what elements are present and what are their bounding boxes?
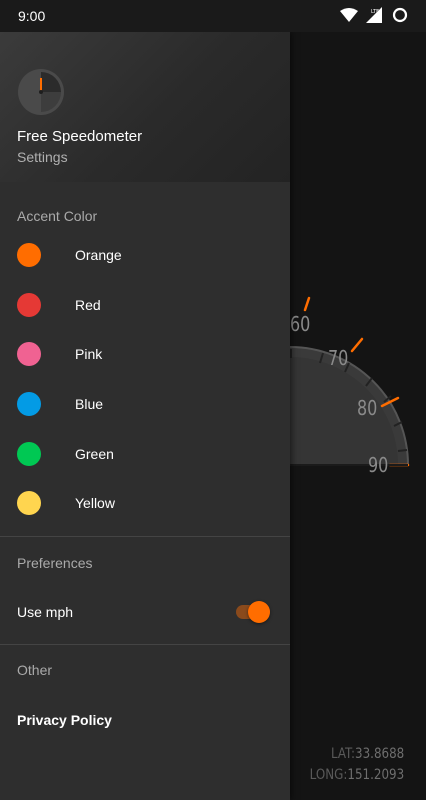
gauge-label-80: 80 — [357, 396, 378, 420]
cellular-lte-icon: LTE — [366, 7, 382, 23]
privacy-policy-link[interactable]: Privacy Policy — [0, 694, 290, 746]
latitude-readout: LAT:33.8688 — [331, 746, 404, 762]
drawer-header: Free Speedometer Settings — [0, 32, 290, 182]
latitude-label: LAT: — [330, 746, 355, 762]
gauge-label-90: 90 — [368, 453, 389, 477]
accent-option-yellow[interactable]: Yellow — [0, 478, 290, 528]
speedometer-view: 60 70 80 90 LAT:33.8688 LONG:151.2093 — [290, 32, 426, 800]
settings-drawer: Free Speedometer Settings Accent Color O… — [0, 32, 290, 800]
lte-label: LTE — [371, 9, 379, 15]
accent-option-label: Pink — [75, 346, 103, 363]
latitude-value: 33.8688 — [354, 746, 404, 762]
preferences-section-title: Preferences — [17, 555, 93, 572]
status-time: 9:00 — [18, 8, 46, 24]
use-mph-row[interactable]: Use mph — [0, 586, 290, 638]
wifi-icon — [340, 8, 358, 22]
longitude-readout: LONG:151.2093 — [310, 767, 404, 783]
battery-ring-icon — [392, 7, 408, 23]
accent-color-section-title: Accent Color — [17, 208, 98, 224]
gauge-label-70: 70 — [328, 346, 349, 370]
accent-option-label: Yellow — [75, 495, 115, 512]
accent-option-label: Orange — [75, 246, 122, 263]
orange-swatch — [17, 242, 41, 267]
section-divider — [0, 536, 290, 538]
other-section-title: Other — [17, 662, 53, 679]
accent-option-pink[interactable]: Pink — [0, 329, 290, 379]
gauge-label-60: 60 — [290, 312, 311, 336]
app-name: Free Speedometer — [17, 128, 143, 145]
accent-option-blue[interactable]: Blue — [0, 379, 290, 429]
green-swatch — [17, 441, 41, 466]
use-mph-toggle[interactable] — [236, 600, 270, 624]
status-bar: 9:00 LTE — [0, 0, 426, 32]
accent-option-label: Red — [75, 296, 101, 313]
gauge-inner-shade — [290, 357, 398, 465]
speedometer-logo-icon — [18, 69, 64, 115]
status-icons: LTE — [340, 7, 408, 23]
accent-option-red[interactable]: Red — [0, 280, 290, 330]
yellow-swatch — [17, 491, 41, 516]
accent-option-green[interactable]: Green — [0, 429, 290, 479]
drawer-subtitle: Settings — [17, 149, 68, 165]
blue-swatch — [17, 391, 41, 416]
use-mph-label: Use mph — [17, 604, 74, 621]
pink-swatch — [17, 342, 41, 367]
red-swatch — [17, 292, 41, 317]
section-divider — [0, 644, 290, 646]
accent-option-orange[interactable]: Orange — [0, 230, 290, 280]
accent-option-label: Green — [75, 445, 114, 462]
accent-option-label: Blue — [75, 395, 104, 412]
longitude-value: 151.2093 — [347, 767, 404, 783]
longitude-label: LONG: — [309, 767, 348, 783]
toggle-thumb — [248, 601, 270, 624]
